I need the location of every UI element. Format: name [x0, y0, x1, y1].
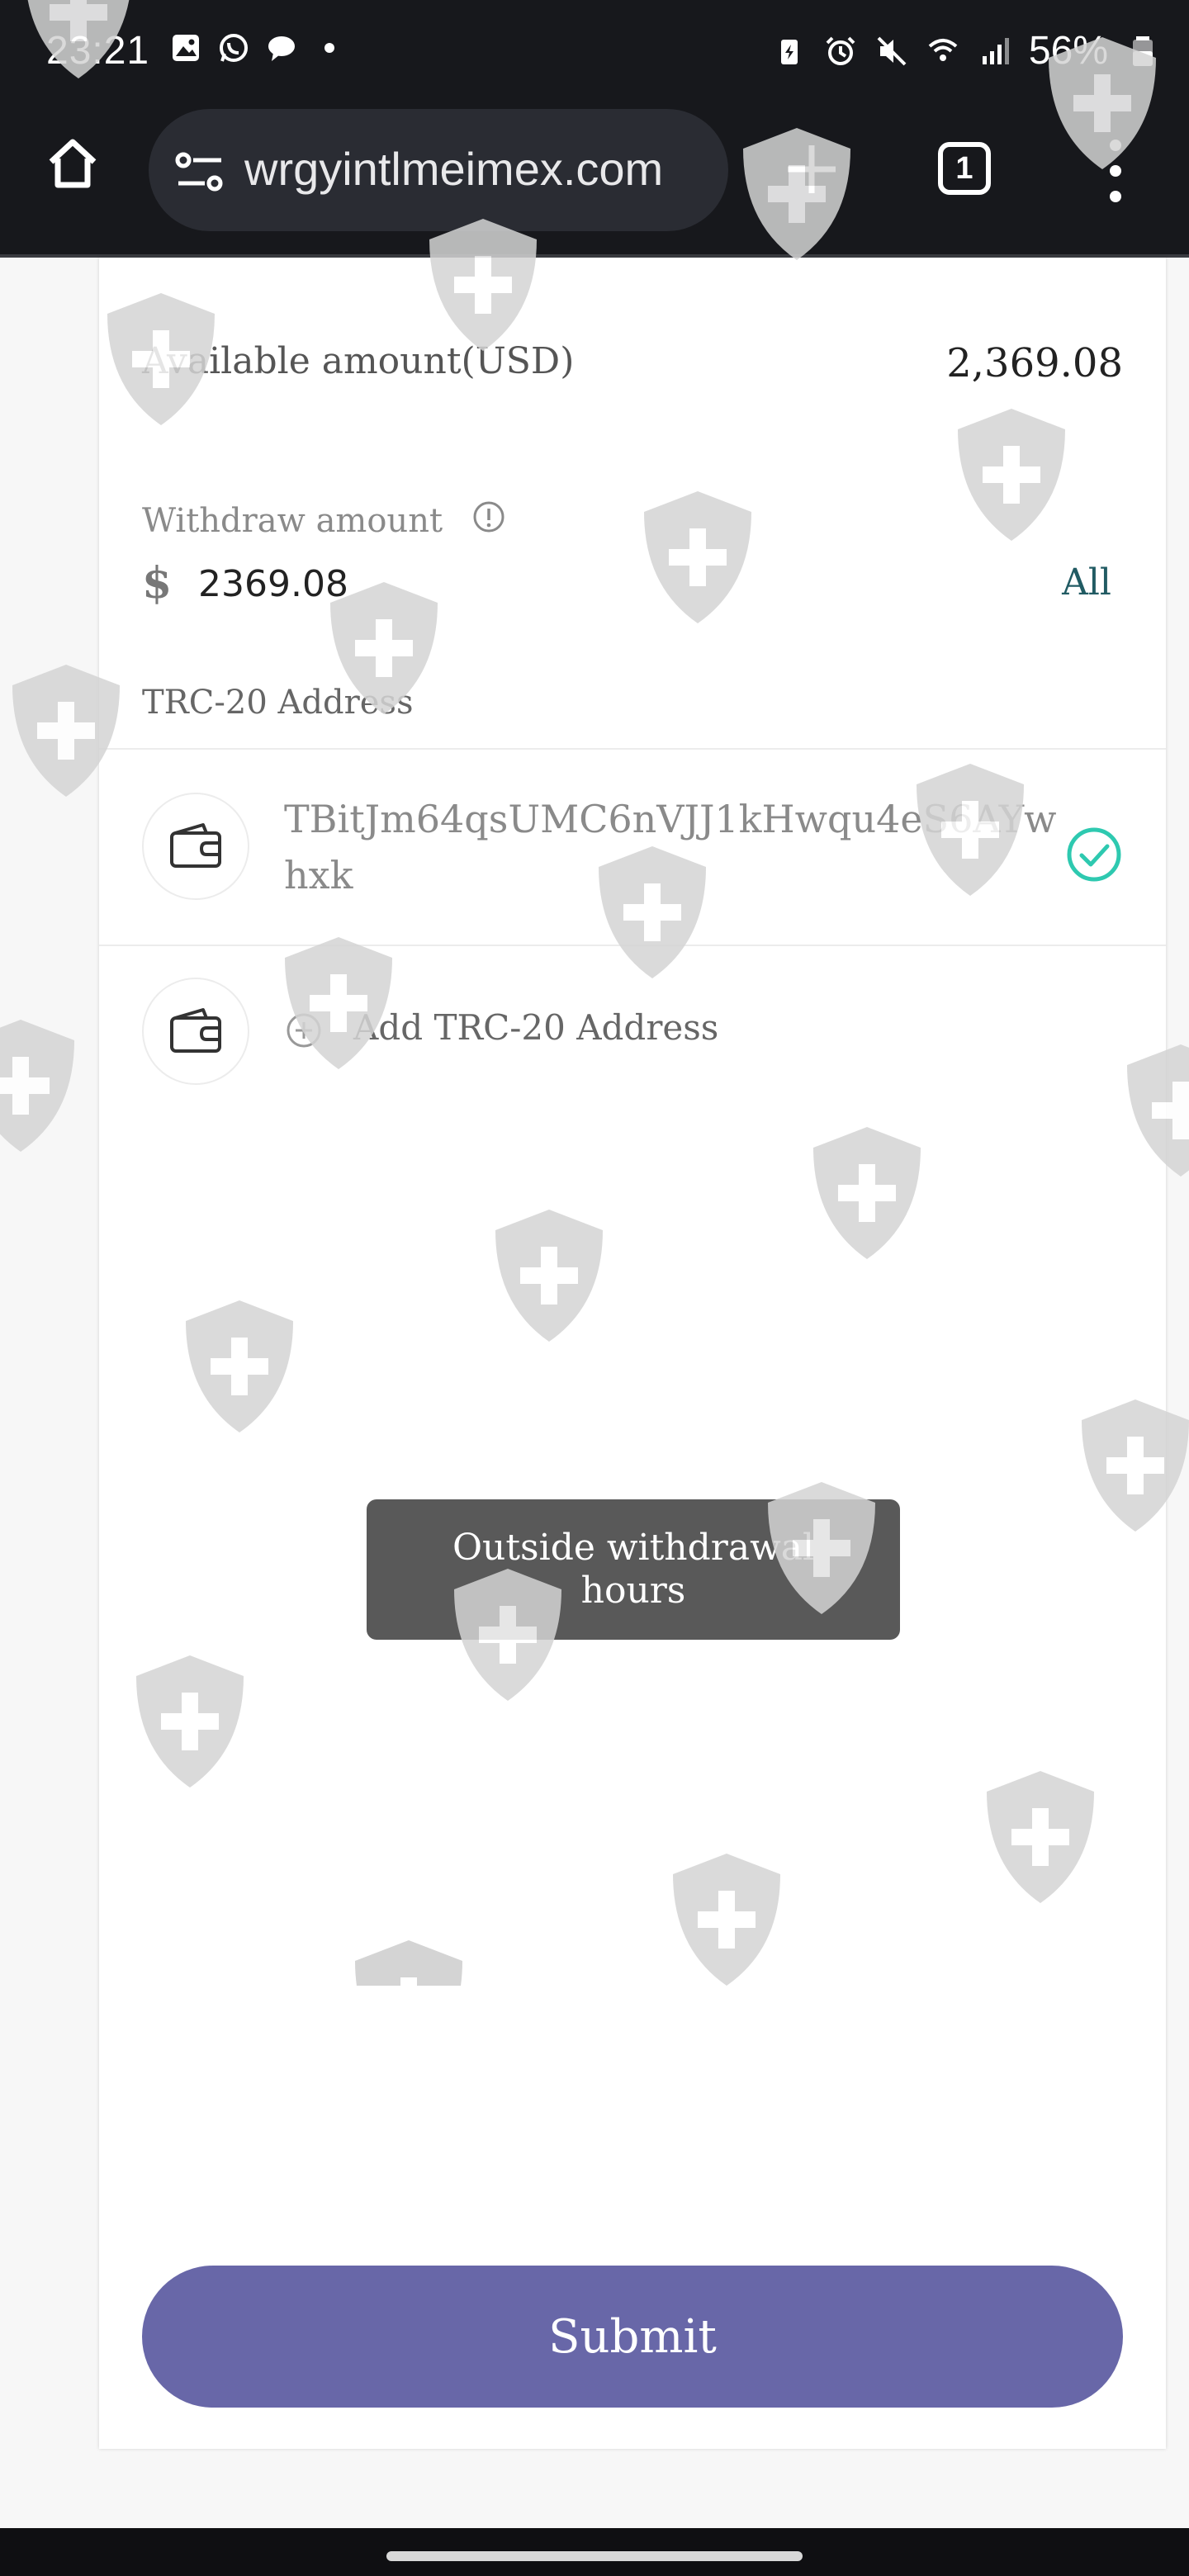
status-time: 23:21 — [46, 29, 150, 73]
notification-icons — [169, 31, 346, 64]
wallet-icon — [170, 823, 221, 868]
withdraw-amount-label: Withdraw amount — [142, 502, 443, 540]
wallet-icon — [170, 1008, 221, 1053]
check-circle-icon — [1067, 827, 1121, 882]
shield-watermark-partial — [347, 1936, 479, 1986]
battery-saver-icon — [780, 39, 798, 64]
add-address-row[interactable]: Add TRC-20 Address — [99, 946, 1166, 1111]
submit-button[interactable]: Submit — [142, 2266, 1123, 2408]
whatsapp-icon — [220, 34, 248, 62]
tab-count: 1 — [955, 150, 973, 186]
available-amount-value: 2,369.08 — [946, 340, 1123, 386]
add-address-label[interactable]: Add TRC-20 Address — [353, 1007, 718, 1048]
tab-switcher-button[interactable]: 1 — [938, 142, 991, 195]
mute-icon — [877, 36, 907, 65]
all-amount-link[interactable]: All — [1062, 561, 1111, 604]
wifi-icon — [928, 38, 958, 61]
gesture-handle[interactable] — [386, 2551, 803, 2561]
add-circle-icon[interactable] — [286, 1012, 322, 1049]
address-option-selected[interactable]: TBitJm64qsUMC6nVJJ1kHwqu4eS6AYwhxk — [99, 750, 1166, 945]
battery-percent: 56% — [1028, 29, 1108, 73]
site-settings-icon[interactable] — [175, 152, 225, 192]
status-bar: 23:21 56% — [0, 0, 1189, 109]
more-menu-icon[interactable] — [1103, 134, 1128, 208]
withdraw-card: Available amount(USD) 2,369.08 Withdraw … — [99, 258, 1166, 2449]
system-icons: 56% — [773, 28, 1159, 73]
browser-toolbar: wrgyintlmeimex.com 1 — [0, 109, 1189, 258]
alarm-icon — [826, 36, 855, 65]
signal-icon — [982, 37, 1009, 64]
address-text: TBitJm64qsUMC6nVJJ1kHwqu4eS6AYwhxk — [284, 797, 1057, 897]
withdraw-amount-input[interactable]: 2369.08 — [198, 563, 348, 605]
available-amount-label: Available amount(USD) — [142, 340, 575, 382]
wallet-icon-container — [142, 793, 249, 900]
chat-bubble-icon — [268, 36, 295, 61]
currency-symbol: $ — [142, 558, 173, 608]
address-section-label: TRC-20 Address — [142, 684, 414, 722]
wallet-icon-container — [142, 978, 249, 1085]
home-icon[interactable] — [43, 134, 102, 193]
address-bar[interactable]: wrgyintlmeimex.com — [149, 109, 728, 231]
page-content: Available amount(USD) 2,369.08 Withdraw … — [0, 258, 1189, 2528]
more-dot-icon — [324, 43, 334, 53]
shield-watermark-icon — [355, 1940, 462, 1986]
battery-icon — [1133, 36, 1153, 66]
url-text[interactable]: wrgyintlmeimex.com — [244, 142, 663, 196]
gallery-icon — [173, 35, 199, 61]
info-icon[interactable] — [472, 500, 505, 533]
toast-message: Outside withdrawal hours — [367, 1499, 900, 1640]
new-tab-icon[interactable] — [783, 140, 841, 198]
system-nav-bar — [0, 2528, 1189, 2576]
